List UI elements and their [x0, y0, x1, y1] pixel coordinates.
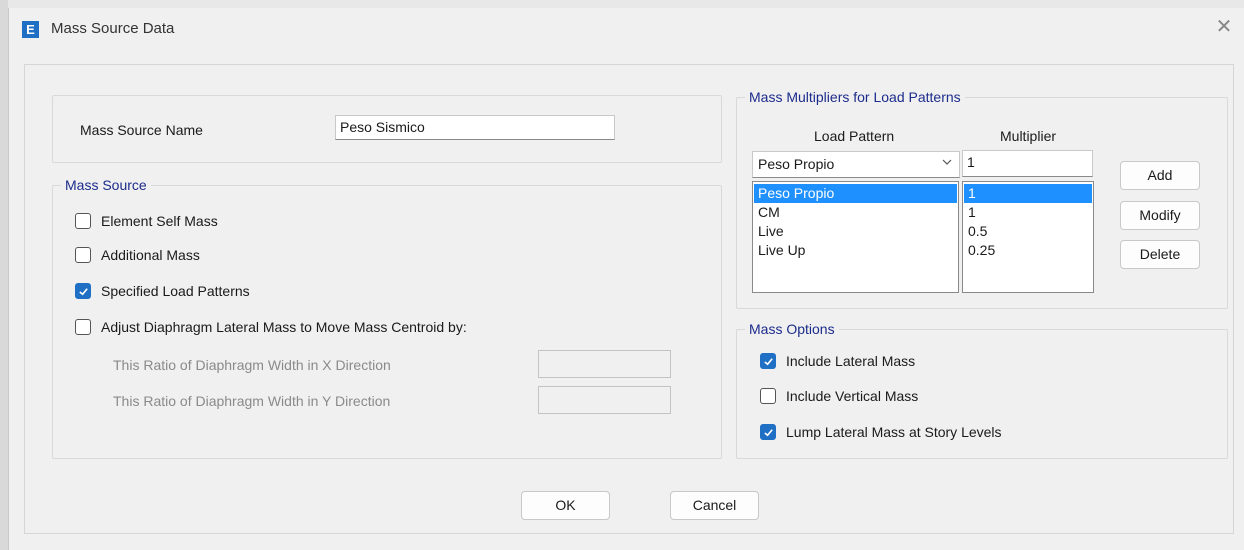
mass-source-name-label: Mass Source Name [80, 122, 203, 138]
adjust-diaphragm-option[interactable]: Adjust Diaphragm Lateral Mass to Move Ma… [75, 319, 467, 335]
add-button[interactable]: Add [1120, 161, 1200, 190]
adjust-diaphragm-label: Adjust Diaphragm Lateral Mass to Move Ma… [101, 319, 467, 335]
ratio-x-label: This Ratio of Diaphragm Width in X Direc… [113, 357, 391, 373]
checkbox-icon[interactable] [760, 388, 776, 404]
list-item[interactable]: 0.25 [964, 241, 1092, 260]
mass-options-legend: Mass Options [745, 321, 839, 337]
checkbox-icon[interactable] [75, 247, 91, 263]
include-lateral-mass-option[interactable]: Include Lateral Mass [760, 353, 915, 369]
background-strip [0, 0, 1244, 8]
list-item[interactable]: Live [754, 222, 957, 241]
mass-source-panel: Mass Source Element Self Mass Additional… [52, 177, 722, 459]
additional-mass-option[interactable]: Additional Mass [75, 247, 200, 263]
load-pattern-select[interactable]: Peso Propio [752, 151, 960, 178]
modify-button[interactable]: Modify [1120, 201, 1200, 230]
mass-source-dialog: E Mass Source Data ✕ Mass Source Name Pe… [8, 8, 1244, 550]
include-vertical-mass-option[interactable]: Include Vertical Mass [760, 388, 918, 404]
mass-source-name-input[interactable]: Peso Sismico [335, 115, 615, 140]
list-item[interactable]: 1 [964, 184, 1092, 203]
dialog-title: Mass Source Data [51, 20, 175, 37]
checkbox-checked-icon[interactable] [760, 353, 776, 369]
mass-options-panel: Mass Options Include Lateral Mass Includ… [736, 321, 1228, 459]
checkbox-icon[interactable] [75, 319, 91, 335]
load-pattern-select-value: Peso Propio [758, 156, 835, 172]
mass-multipliers-panel: Mass Multipliers for Load Patterns Load … [736, 89, 1228, 309]
ratio-y-label: This Ratio of Diaphragm Width in Y Direc… [113, 393, 391, 409]
list-item[interactable]: 1 [964, 203, 1092, 222]
element-self-mass-option[interactable]: Element Self Mass [75, 213, 218, 229]
checkbox-checked-icon[interactable] [760, 424, 776, 440]
chevron-down-icon [941, 156, 953, 171]
load-pattern-list[interactable]: Peso Propio CM Live Live Up [752, 181, 959, 293]
dialog-body: Mass Source Name Peso Sismico Mass Sourc… [24, 64, 1234, 534]
cancel-button[interactable]: Cancel [670, 491, 759, 520]
delete-button[interactable]: Delete [1120, 240, 1200, 269]
lump-lateral-mass-label: Lump Lateral Mass at Story Levels [786, 424, 1002, 440]
ok-button[interactable]: OK [521, 491, 610, 520]
lump-lateral-mass-option[interactable]: Lump Lateral Mass at Story Levels [760, 424, 1002, 440]
checkbox-icon[interactable] [75, 213, 91, 229]
list-item[interactable]: 0.5 [964, 222, 1092, 241]
name-panel: Mass Source Name Peso Sismico [52, 95, 722, 163]
multiplier-input[interactable]: 1 [962, 150, 1093, 177]
multiplier-list[interactable]: 1 1 0.5 0.25 [962, 181, 1094, 293]
mass-source-legend: Mass Source [61, 177, 151, 193]
background-edge [0, 0, 8, 550]
ratio-x-input [538, 350, 671, 378]
title-bar: E Mass Source Data ✕ [9, 8, 1244, 52]
specified-load-patterns-option[interactable]: Specified Load Patterns [75, 283, 250, 299]
checkbox-checked-icon[interactable] [75, 283, 91, 299]
specified-load-patterns-label: Specified Load Patterns [101, 283, 250, 299]
element-self-mass-label: Element Self Mass [101, 213, 218, 229]
additional-mass-label: Additional Mass [101, 247, 200, 263]
list-item[interactable]: Live Up [754, 241, 957, 260]
multiplier-header: Multiplier [1000, 128, 1057, 144]
load-pattern-header: Load Pattern [814, 128, 895, 144]
ratio-y-input [538, 386, 671, 414]
include-vertical-mass-label: Include Vertical Mass [786, 388, 919, 404]
close-icon[interactable]: ✕ [1214, 16, 1234, 38]
list-item[interactable]: CM [754, 203, 957, 222]
list-item[interactable]: Peso Propio [754, 184, 957, 203]
mass-multipliers-legend: Mass Multipliers for Load Patterns [745, 89, 965, 105]
include-lateral-mass-label: Include Lateral Mass [786, 353, 916, 369]
app-logo-icon: E [22, 21, 39, 38]
